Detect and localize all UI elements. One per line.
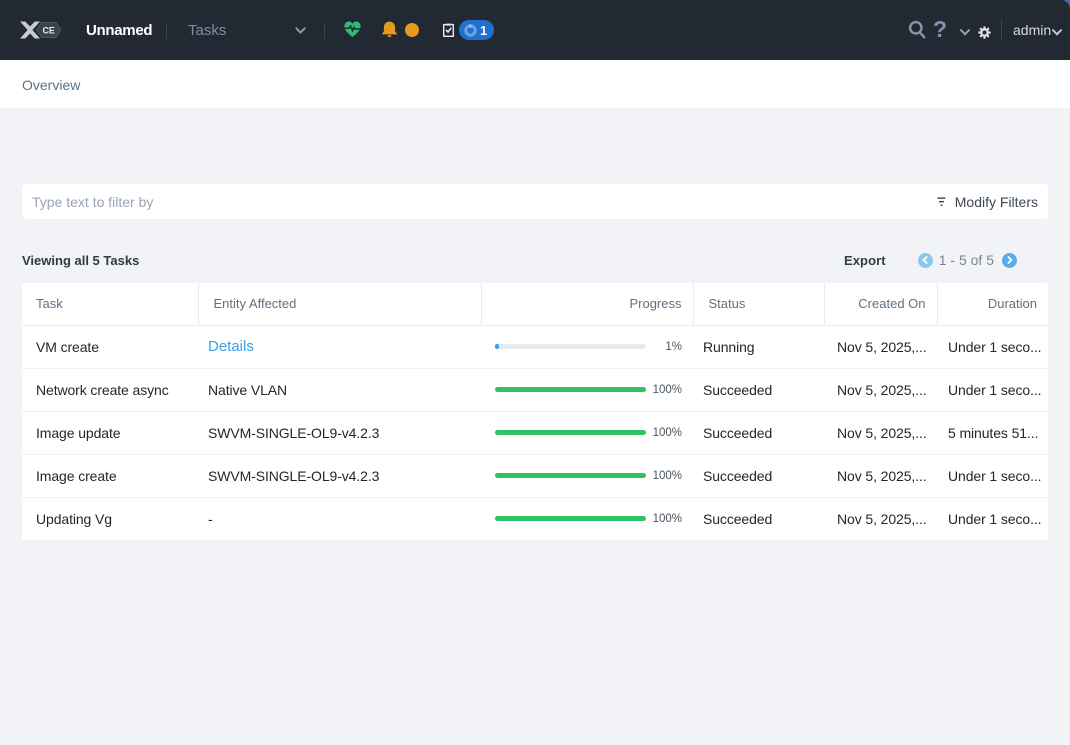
svg-text:CE: CE bbox=[42, 26, 55, 36]
